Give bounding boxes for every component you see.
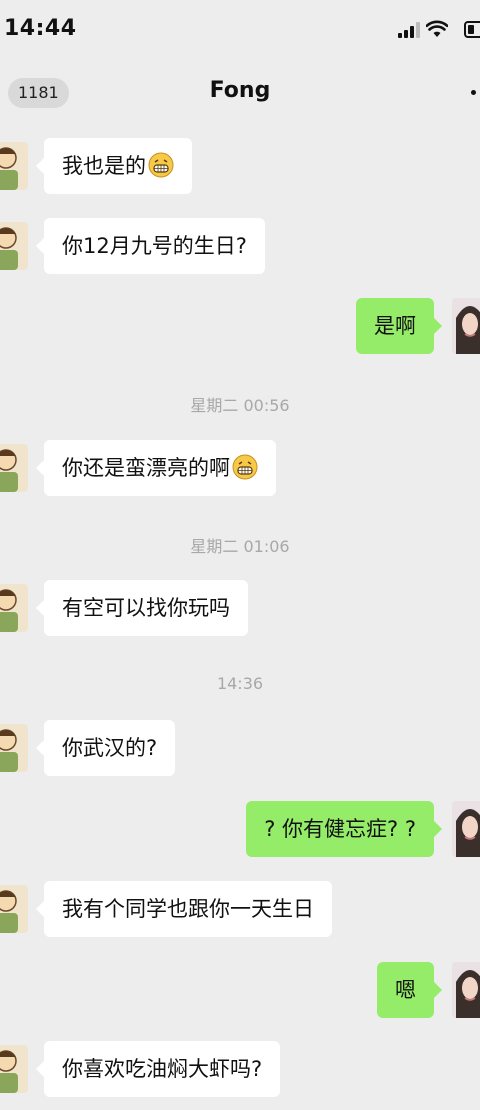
message-bubble[interactable]: 我有个同学也跟你一天生日 bbox=[36, 881, 332, 937]
contact-avatar[interactable] bbox=[0, 1045, 28, 1093]
message-bubble[interactable]: 你还是蛮漂亮的啊 bbox=[36, 440, 276, 496]
grin-emoji-icon bbox=[148, 152, 174, 178]
battery-icon bbox=[464, 21, 480, 38]
contact-avatar[interactable] bbox=[0, 444, 28, 492]
message-bubble[interactable]: 嗯 bbox=[377, 962, 442, 1018]
more-options-icon[interactable] bbox=[471, 90, 476, 95]
message-bubble[interactable]: 有空可以找你玩吗 bbox=[36, 580, 248, 636]
message-text: 你12月九号的生日? bbox=[62, 234, 247, 258]
my-avatar[interactable] bbox=[452, 801, 480, 857]
contact-avatar[interactable] bbox=[0, 584, 28, 632]
message-text: 是啊 bbox=[374, 314, 416, 338]
message-text: 你武汉的? bbox=[62, 736, 158, 760]
message-text: 有空可以找你玩吗 bbox=[62, 596, 230, 620]
contact-avatar[interactable] bbox=[0, 885, 28, 933]
message-bubble[interactable]: 是啊 bbox=[356, 298, 442, 354]
chat-header: 1181 Fong bbox=[0, 62, 480, 124]
message-text: 你还是蛮漂亮的啊 bbox=[62, 456, 230, 480]
message-bubble[interactable]: 你喜欢吃油焖大虾吗? bbox=[35, 1041, 281, 1097]
message-text: 嗯 bbox=[395, 978, 416, 1002]
cellular-signal-icon bbox=[398, 22, 420, 38]
status-time: 14:44 bbox=[4, 16, 77, 41]
message-bubble[interactable]: 你武汉的? bbox=[35, 720, 176, 776]
message-text: 你喜欢吃油焖大虾吗? bbox=[62, 1057, 263, 1081]
time-divider: 星期二 01:06 bbox=[190, 537, 290, 556]
status-bar: 14:44 bbox=[0, 0, 480, 62]
contact-avatar[interactable] bbox=[0, 222, 28, 270]
message-text: 我有个同学也跟你一天生日 bbox=[62, 897, 314, 921]
time-divider: 星期二 00:56 bbox=[190, 396, 290, 415]
message-bubble[interactable]: ? 你有健忘症? ? bbox=[246, 801, 442, 857]
wifi-icon bbox=[426, 20, 448, 37]
message-bubble[interactable]: 我也是的 bbox=[36, 138, 192, 194]
my-avatar[interactable] bbox=[452, 298, 480, 354]
time-divider: 14:36 bbox=[216, 674, 264, 693]
grin-emoji-icon bbox=[232, 454, 258, 480]
message-text: 我也是的 bbox=[62, 154, 146, 178]
chat-title: Fong bbox=[209, 78, 271, 103]
my-avatar[interactable] bbox=[452, 962, 480, 1018]
contact-avatar[interactable] bbox=[0, 724, 28, 772]
contact-avatar[interactable] bbox=[0, 142, 28, 190]
message-bubble[interactable]: 你12月九号的生日? bbox=[36, 218, 265, 274]
message-text: ? 你有健忘症? ? bbox=[264, 817, 416, 841]
